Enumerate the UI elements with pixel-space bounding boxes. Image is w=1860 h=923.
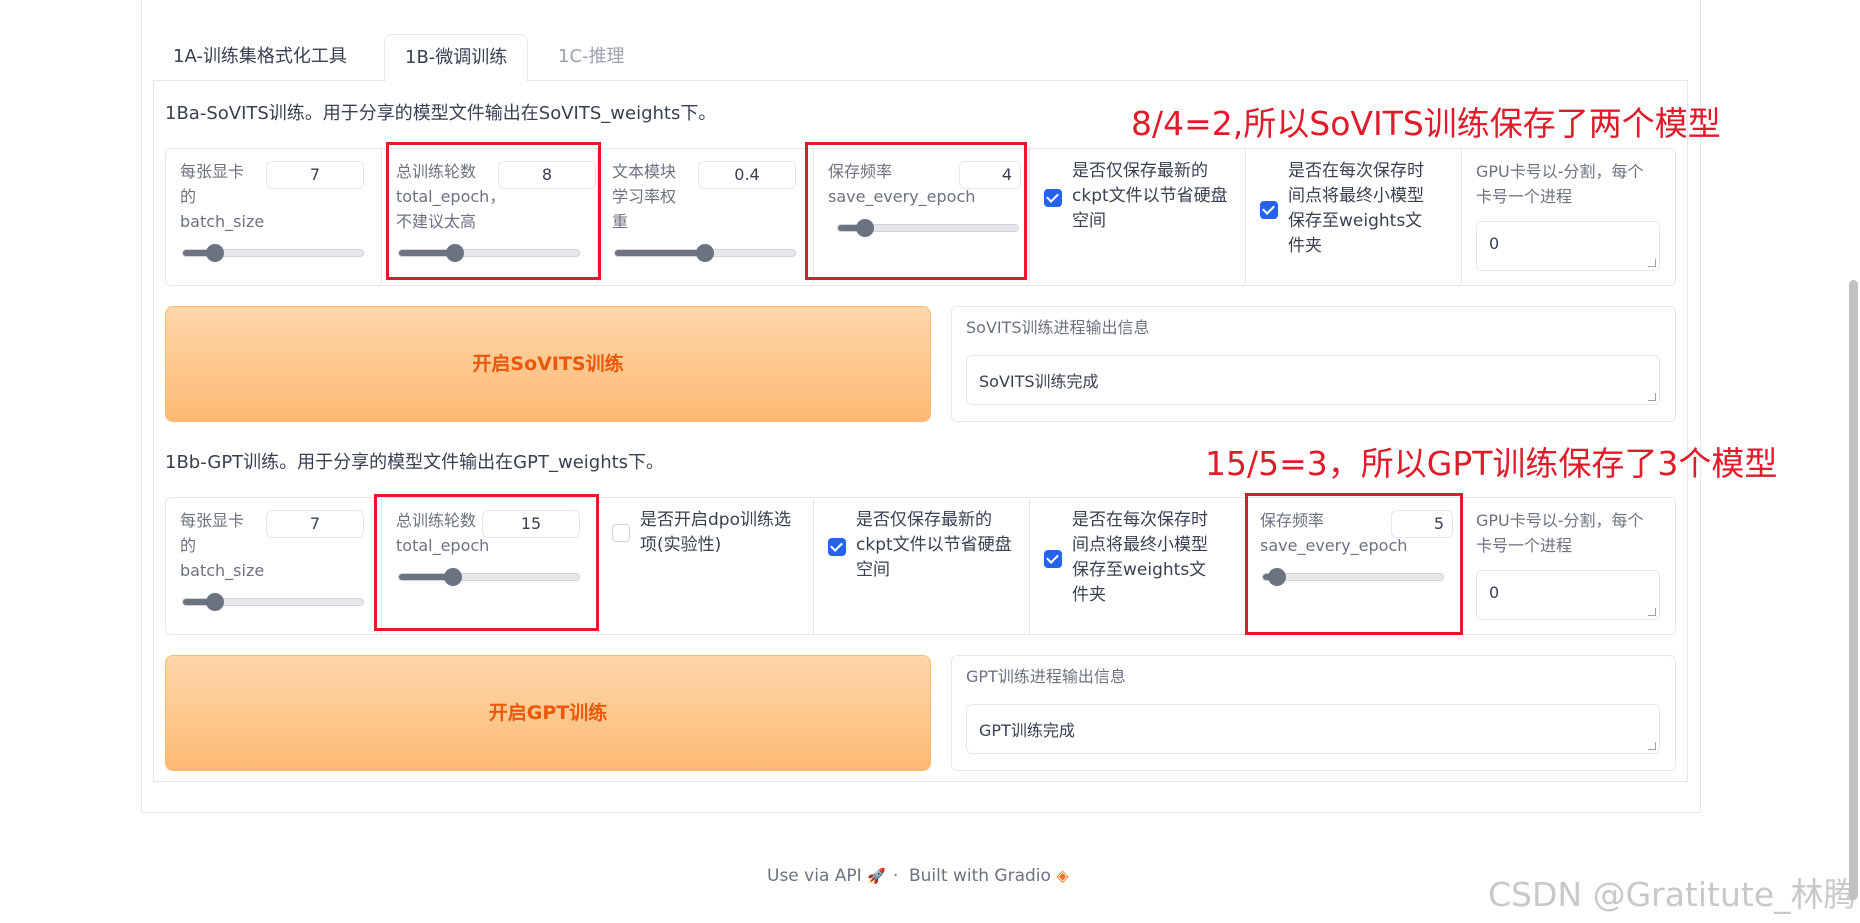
gpt-save-small-label: 是否在每次保存时间点将最终小模型保存至weights文件夹 [1072, 510, 1208, 605]
slider-thumb[interactable] [206, 593, 225, 611]
sovits-batch-size-cell: 每张显卡的batch_size 7 [166, 149, 382, 285]
highlight-gpt-epoch [374, 494, 599, 631]
sovits-text-lr-input[interactable]: 0.4 [698, 161, 796, 189]
gpt-batch-size-slider[interactable] [182, 593, 364, 611]
sovits-gpu-input[interactable]: 0 [1476, 221, 1660, 271]
gpt-gpu-input[interactable]: 0 [1476, 570, 1660, 620]
sovits-save-small-checkbox[interactable] [1260, 201, 1278, 219]
sovits-save-small-label: 是否在每次保存时间点将最终小模型保存至weights文件夹 [1288, 161, 1424, 256]
footer-gradio-link[interactable]: Built with Gradio ◈ [909, 866, 1069, 886]
gpt-batch-size-cell: 每张显卡的batch_size 7 [166, 498, 382, 634]
footer-api-text[interactable]: Use via API [767, 866, 862, 886]
gpt-output-text[interactable]: GPT训练完成 [966, 704, 1660, 754]
sovits-section-title: 1Ba-SoVITS训练。用于分享的模型文件输出在SoVITS_weights下… [165, 103, 717, 124]
gpt-gpu-cell: GPU卡号以-分割，每个卡号一个进程 0 [1462, 498, 1676, 634]
sovits-text-lr-cell: 文本模块学习率权重 0.4 [598, 149, 814, 285]
start-gpt-button[interactable]: 开启GPT训练 [165, 655, 931, 771]
sovits-output-text[interactable]: SoVITS训练完成 [966, 355, 1660, 405]
gradio-logo-icon: ◈ [1056, 866, 1069, 885]
sovits-output-box: SoVITS训练进程输出信息 SoVITS训练完成 [951, 306, 1676, 422]
sovits-batch-size-slider[interactable] [182, 244, 364, 262]
sovits-save-latest-label: 是否仅保存最新的ckpt文件以节省硬盘空间 [1072, 161, 1228, 231]
gpt-save-latest-cell: 是否仅保存最新的ckpt文件以节省硬盘空间 [814, 498, 1030, 634]
gpt-gpu-label: GPU卡号以-分割，每个卡号一个进程 [1476, 511, 1644, 555]
csdn-watermark: CSDN @Gratitute_林腾 [1488, 875, 1857, 914]
sovits-batch-size-label: 每张显卡的batch_size [180, 162, 265, 231]
sovits-output-label: SoVITS训练进程输出信息 [966, 318, 1150, 337]
gpt-output-box: GPT训练进程输出信息 GPT训练完成 [951, 655, 1676, 771]
sovits-save-small-cell: 是否在每次保存时间点将最终小模型保存至weights文件夹 [1246, 149, 1462, 285]
gpt-save-small-cell: 是否在每次保存时间点将最终小模型保存至weights文件夹 [1030, 498, 1246, 634]
gpt-dpo-label: 是否开启dpo训练选项(实验性) [640, 510, 791, 555]
rocket-icon: 🚀 [867, 867, 886, 885]
gpt-section-title: 1Bb-GPT训练。用于分享的模型文件输出在GPT_weights下。 [165, 452, 665, 473]
start-sovits-button[interactable]: 开启SoVITS训练 [165, 306, 931, 422]
sovits-gpu-cell: GPU卡号以-分割，每个卡号一个进程 0 [1462, 149, 1676, 285]
gpt-batch-size-input[interactable]: 7 [266, 510, 364, 538]
gpt-save-small-checkbox[interactable] [1044, 550, 1062, 568]
tab-dataset-format[interactable]: 1A-训练集格式化工具 [153, 34, 367, 80]
sovits-save-latest-cell: 是否仅保存最新的ckpt文件以节省硬盘空间 [1030, 149, 1246, 285]
sovits-text-lr-slider[interactable] [614, 244, 796, 262]
sovits-gpu-label: GPU卡号以-分割，每个卡号一个进程 [1476, 162, 1644, 206]
slider-thumb[interactable] [696, 244, 714, 262]
gpt-batch-size-label: 每张显卡的batch_size [180, 511, 265, 580]
tab-inference[interactable]: 1C-推理 [538, 34, 645, 80]
gpt-annotation: 15/5=3，所以GPT训练保存了3个模型 [1205, 444, 1778, 483]
highlight-sovits-save-every [805, 142, 1027, 280]
footer-separator: · [893, 866, 899, 886]
slider-thumb[interactable] [206, 244, 225, 262]
sovits-annotation: 8/4=2,所以SoVITS训练保存了两个模型 [1131, 104, 1721, 143]
gpt-save-latest-label: 是否仅保存最新的ckpt文件以节省硬盘空间 [856, 510, 1012, 580]
tab-finetune[interactable]: 1B-微调训练 [384, 34, 529, 82]
page-scrollbar[interactable] [1849, 280, 1858, 900]
footer-api-link[interactable]: Use via API 🚀 [767, 866, 886, 886]
highlight-gpt-save-every [1245, 493, 1463, 635]
gpt-save-latest-checkbox[interactable] [828, 538, 846, 556]
highlight-sovits-epoch [386, 142, 601, 280]
footer-gradio-text[interactable]: Built with Gradio [909, 866, 1051, 886]
sovits-batch-size-input[interactable]: 7 [266, 161, 364, 189]
sovits-save-latest-checkbox[interactable] [1044, 189, 1062, 207]
slider-fill [615, 250, 705, 256]
gpt-output-label: GPT训练进程输出信息 [966, 667, 1126, 686]
sovits-text-lr-label: 文本模块学习率权重 [612, 162, 677, 231]
gpt-dpo-cell: 是否开启dpo训练选项(实验性) [598, 498, 814, 634]
gpt-dpo-checkbox[interactable] [612, 524, 630, 542]
